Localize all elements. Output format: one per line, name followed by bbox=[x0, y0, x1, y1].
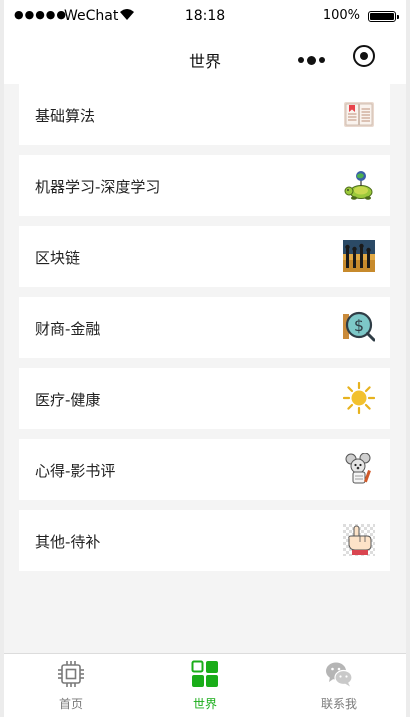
svg-text:$: $ bbox=[354, 316, 364, 335]
list-item-label: 区块链 bbox=[35, 249, 81, 267]
chip-icon bbox=[58, 661, 84, 687]
list-item-finance[interactable]: 财商-金融 $ bbox=[19, 297, 390, 358]
list-item-label: 财商-金融 bbox=[35, 320, 101, 338]
tab-label: 联系我 bbox=[320, 697, 357, 711]
tab-home[interactable]: 首页 bbox=[4, 654, 138, 717]
list-item-label: 机器学习-深度学习 bbox=[35, 178, 161, 196]
list-item-label: 医疗-健康 bbox=[35, 391, 101, 409]
navigation-bar: 世界 bbox=[4, 34, 406, 84]
more-options-icon[interactable] bbox=[294, 50, 328, 70]
list-item-machine-learning[interactable]: 机器学习-深度学习 bbox=[19, 155, 390, 216]
sun-icon bbox=[343, 382, 375, 414]
list-item-blockchain[interactable]: 区块链 bbox=[19, 226, 390, 287]
battery-icon bbox=[368, 11, 399, 22]
pointing-hand-icon bbox=[343, 524, 375, 556]
tab-world[interactable]: 世界 bbox=[138, 654, 272, 717]
list-item-label: 基础算法 bbox=[35, 107, 96, 125]
list-item-reviews[interactable]: 心得-影书评 bbox=[19, 439, 390, 500]
status-bar: ●●●●● WeChat 18:18 100% bbox=[4, 0, 406, 34]
book-icon bbox=[344, 102, 374, 127]
dollar-magnifier-icon: $ bbox=[343, 311, 375, 342]
close-miniprogram-icon[interactable] bbox=[353, 45, 375, 67]
tab-label: 首页 bbox=[58, 697, 83, 711]
page-title: 世界 bbox=[188, 52, 221, 71]
list-item-label: 心得-影书评 bbox=[35, 462, 116, 480]
tab-label: 世界 bbox=[192, 697, 217, 711]
grid-icon bbox=[191, 660, 218, 687]
mouse-character-icon bbox=[345, 453, 371, 484]
list-item-healthcare[interactable]: 医疗-健康 bbox=[19, 368, 390, 429]
list-item-basic-algorithms[interactable]: 基础算法 bbox=[19, 84, 390, 145]
crowd-photo-icon bbox=[343, 240, 375, 272]
tab-contact[interactable]: 联系我 bbox=[272, 654, 406, 717]
turtle-icon bbox=[344, 171, 373, 200]
list-item-others[interactable]: 其他-待补 bbox=[19, 510, 390, 571]
list-item-label: 其他-待补 bbox=[35, 533, 101, 551]
wechat-icon bbox=[326, 662, 353, 687]
battery-percent: 100% bbox=[322, 8, 360, 23]
tab-bar: 首页 世界 联系我 bbox=[4, 653, 406, 717]
phone-screen: ●●●●● WeChat 18:18 100% 世界 基础算法 机器学习-深度学… bbox=[4, 0, 406, 717]
